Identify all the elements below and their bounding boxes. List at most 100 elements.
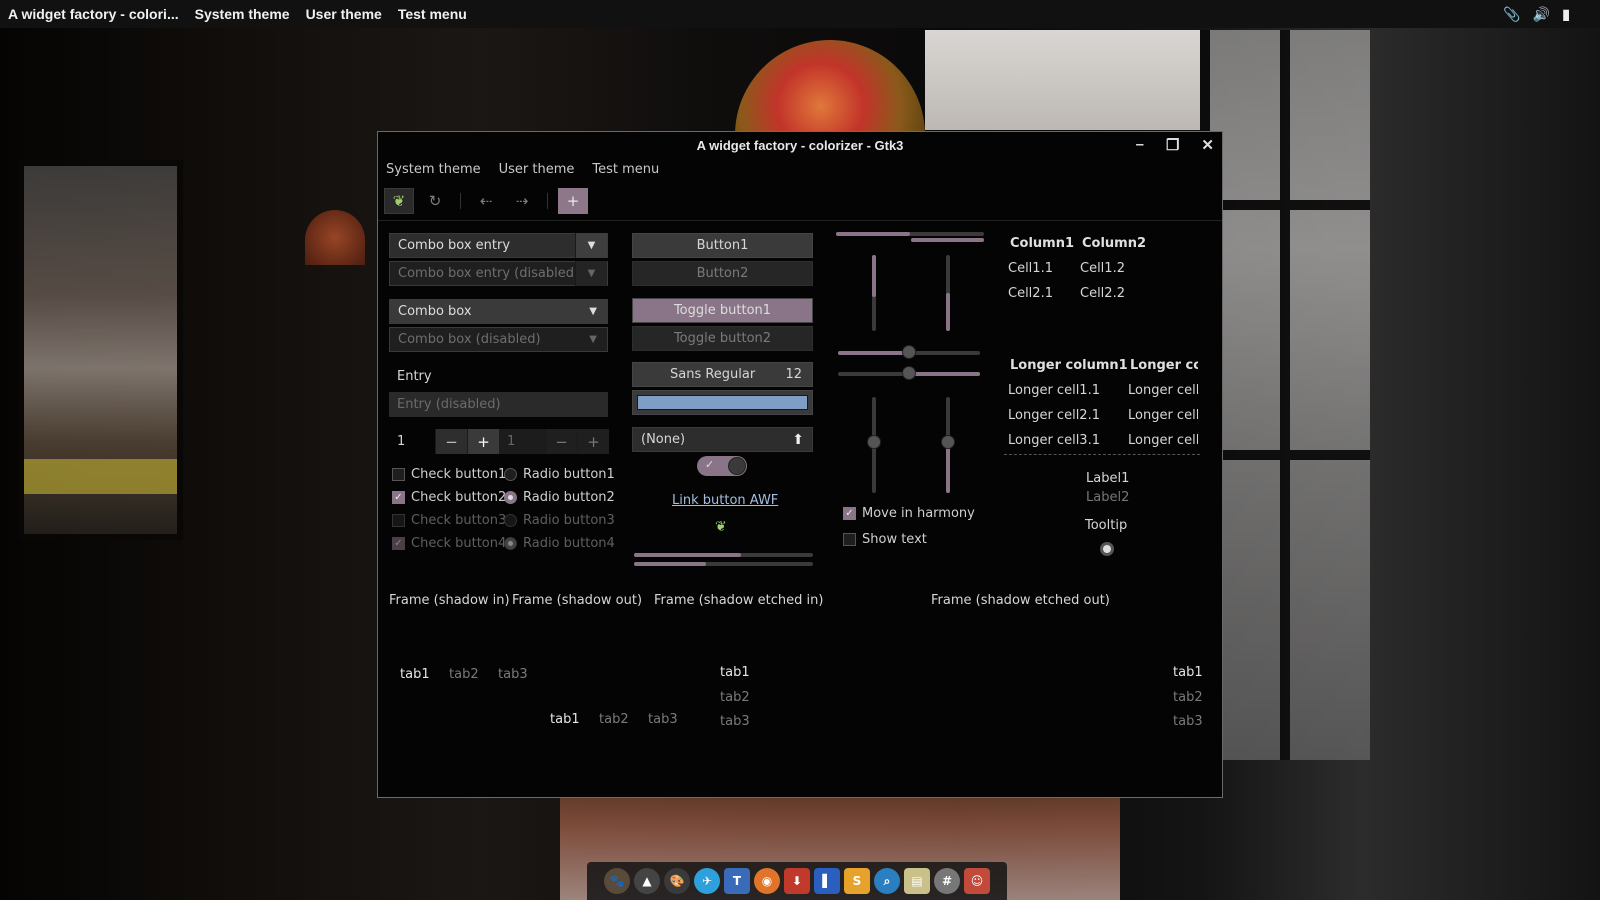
gimp-app-icon[interactable]: 🐾 <box>604 868 630 894</box>
spinner-icon <box>1100 542 1114 556</box>
forward-icon[interactable]: ⇢ <box>507 188 537 214</box>
tree2-cell[interactable]: Longer cell3.1 <box>1008 433 1100 448</box>
scale-vertical-2[interactable] <box>946 255 950 331</box>
tooltip-label[interactable]: Tooltip <box>1085 518 1127 533</box>
radio-button-2[interactable]: Radio button2 <box>504 490 615 505</box>
radio-button-3: Radio button3 <box>504 513 615 528</box>
notebook1-tab1[interactable]: tab1 <box>400 667 430 682</box>
radio-button-1[interactable]: Radio button1 <box>504 467 615 482</box>
check-button-1[interactable]: Check button1 <box>392 467 506 482</box>
firefox-app-icon[interactable]: ◉ <box>754 868 780 894</box>
back-icon[interactable]: ⇠ <box>471 188 501 214</box>
notebook2-tab2[interactable]: tab2 <box>599 712 629 727</box>
label-1: Label1 <box>1086 471 1130 486</box>
color-button[interactable] <box>632 390 813 415</box>
upload-icon: ⬆ <box>792 431 804 448</box>
clipboard-app-icon[interactable]: ⬇ <box>784 868 810 894</box>
add-icon[interactable]: + <box>558 188 588 214</box>
chevron-down-icon[interactable]: ▼ <box>575 233 607 258</box>
gimp-icon: ❦ <box>715 519 727 535</box>
tree1-cell[interactable]: Cell2.1 <box>1008 286 1053 301</box>
tree2-header-col1[interactable]: Longer column1 <box>1010 358 1128 373</box>
scale-vertical-1[interactable] <box>872 255 876 331</box>
palette-app-icon[interactable]: 🎨 <box>664 868 690 894</box>
tree2-header-col2[interactable]: Longer colu <box>1130 358 1198 373</box>
check-button-1-label: Check button1 <box>411 467 507 482</box>
hashtag-app-icon[interactable]: # <box>934 868 960 894</box>
tree2-cell[interactable]: Longer cell1 <box>1128 383 1198 398</box>
volume-icon[interactable]: 🔊 <box>1533 6 1550 23</box>
notebook1-tab2[interactable]: tab2 <box>449 667 479 682</box>
notebook3-tab2[interactable]: tab2 <box>720 690 750 705</box>
switch-knob <box>728 457 746 475</box>
font-button[interactable]: Sans Regular 12 <box>632 362 813 387</box>
show-text-check[interactable]: Show text <box>843 532 927 547</box>
spin-button[interactable]: 1 − + <box>389 429 499 454</box>
tree1-cell[interactable]: Cell2.2 <box>1080 286 1125 301</box>
toggle-button-1[interactable]: Toggle button1 <box>632 298 813 323</box>
tree1-cell[interactable]: Cell1.1 <box>1008 261 1053 276</box>
tree1-header-col2[interactable]: Column2 <box>1082 236 1146 251</box>
combo-box-entry[interactable]: Combo box entry ▼ <box>389 233 608 258</box>
refresh-icon[interactable]: ↻ <box>420 188 450 214</box>
paperclip-icon[interactable]: 📎 <box>1503 6 1520 23</box>
menu-test-menu[interactable]: Test menu <box>592 162 659 177</box>
tree2-cell[interactable]: Longer cell2 <box>1128 408 1198 423</box>
files-app-icon[interactable]: ▤ <box>904 868 930 894</box>
scale-horizontal-top-1[interactable] <box>836 232 984 236</box>
notebook2-tab3[interactable]: tab3 <box>648 712 678 727</box>
menu-system-theme[interactable]: System theme <box>386 162 481 177</box>
gimp-icon[interactable]: ❦ <box>384 188 414 214</box>
spin-value[interactable]: 1 <box>389 434 435 449</box>
switch-toggle[interactable]: ✓ <box>697 456 747 476</box>
minimize-icon[interactable]: – <box>1136 136 1144 154</box>
tree2-cell[interactable]: Longer cell3 <box>1128 433 1198 448</box>
scale-horizontal-top-2[interactable] <box>911 238 984 242</box>
book-app-icon[interactable]: ▌ <box>814 868 840 894</box>
chevron-down-icon: ▼ <box>589 334 597 345</box>
scale-handle[interactable] <box>867 435 881 449</box>
window-titlebar[interactable]: A widget factory - colorizer - Gtk3 – ❐ … <box>378 132 1222 158</box>
progress-bar-1 <box>634 553 813 557</box>
notebook1-tab3[interactable]: tab3 <box>498 667 528 682</box>
panel-menu-system-theme[interactable]: System theme <box>195 6 290 22</box>
entry-field[interactable]: Entry <box>389 364 608 389</box>
sublime-app-icon[interactable]: S <box>844 868 870 894</box>
notebook4-tab3[interactable]: tab3 <box>1173 714 1203 729</box>
minus-icon[interactable]: − <box>435 429 467 454</box>
tree1-cell[interactable]: Cell1.2 <box>1080 261 1125 276</box>
notebook3-tab3[interactable]: tab3 <box>720 714 750 729</box>
menu-user-theme[interactable]: User theme <box>499 162 575 177</box>
avatar-app-icon[interactable]: ☺ <box>964 868 990 894</box>
inkscape-app-icon[interactable]: ▲ <box>634 868 660 894</box>
telegram-app-icon[interactable]: ✈ <box>694 868 720 894</box>
scale-handle[interactable] <box>902 366 916 380</box>
file-chooser-button[interactable]: (None) ⬆ <box>632 427 813 452</box>
tree2-cell[interactable]: Longer cell1.1 <box>1008 383 1100 398</box>
button-1[interactable]: Button1 <box>632 233 813 258</box>
radio-selected-icon <box>504 537 517 550</box>
check-button-2[interactable]: ✓ Check button2 <box>392 490 506 505</box>
notebook2-tab1[interactable]: tab1 <box>550 712 580 727</box>
search-app-icon[interactable]: ⌕ <box>874 868 900 894</box>
combo-box[interactable]: Combo box ▼ <box>389 299 608 324</box>
panel-menu-user-theme[interactable]: User theme <box>306 6 382 22</box>
tex-app-icon[interactable]: T <box>724 868 750 894</box>
tree2-cell[interactable]: Longer cell2.1 <box>1008 408 1100 423</box>
scale-handle[interactable] <box>902 345 916 359</box>
link-button[interactable]: Link button AWF <box>672 493 778 508</box>
maximize-icon[interactable]: ❐ <box>1166 136 1179 154</box>
close-icon[interactable]: ✕ <box>1201 136 1214 154</box>
panel-app-title[interactable]: A widget factory - colori... <box>8 6 179 22</box>
move-in-harmony-check[interactable]: ✓ Move in harmony <box>843 506 975 521</box>
notebook4-tab2[interactable]: tab2 <box>1173 690 1203 705</box>
notebook3-tab1[interactable]: tab1 <box>720 665 750 680</box>
notebook4-tab1[interactable]: tab1 <box>1173 665 1203 680</box>
scale-handle[interactable] <box>941 435 955 449</box>
tree1-header-col1[interactable]: Column1 <box>1010 236 1074 251</box>
plus-icon[interactable]: + <box>467 429 499 454</box>
battery-icon[interactable]: ▮ <box>1562 6 1570 23</box>
color-swatch <box>637 395 808 410</box>
panel-menu-test-menu[interactable]: Test menu <box>398 6 467 22</box>
wallpaper-window-right <box>1200 30 1370 760</box>
